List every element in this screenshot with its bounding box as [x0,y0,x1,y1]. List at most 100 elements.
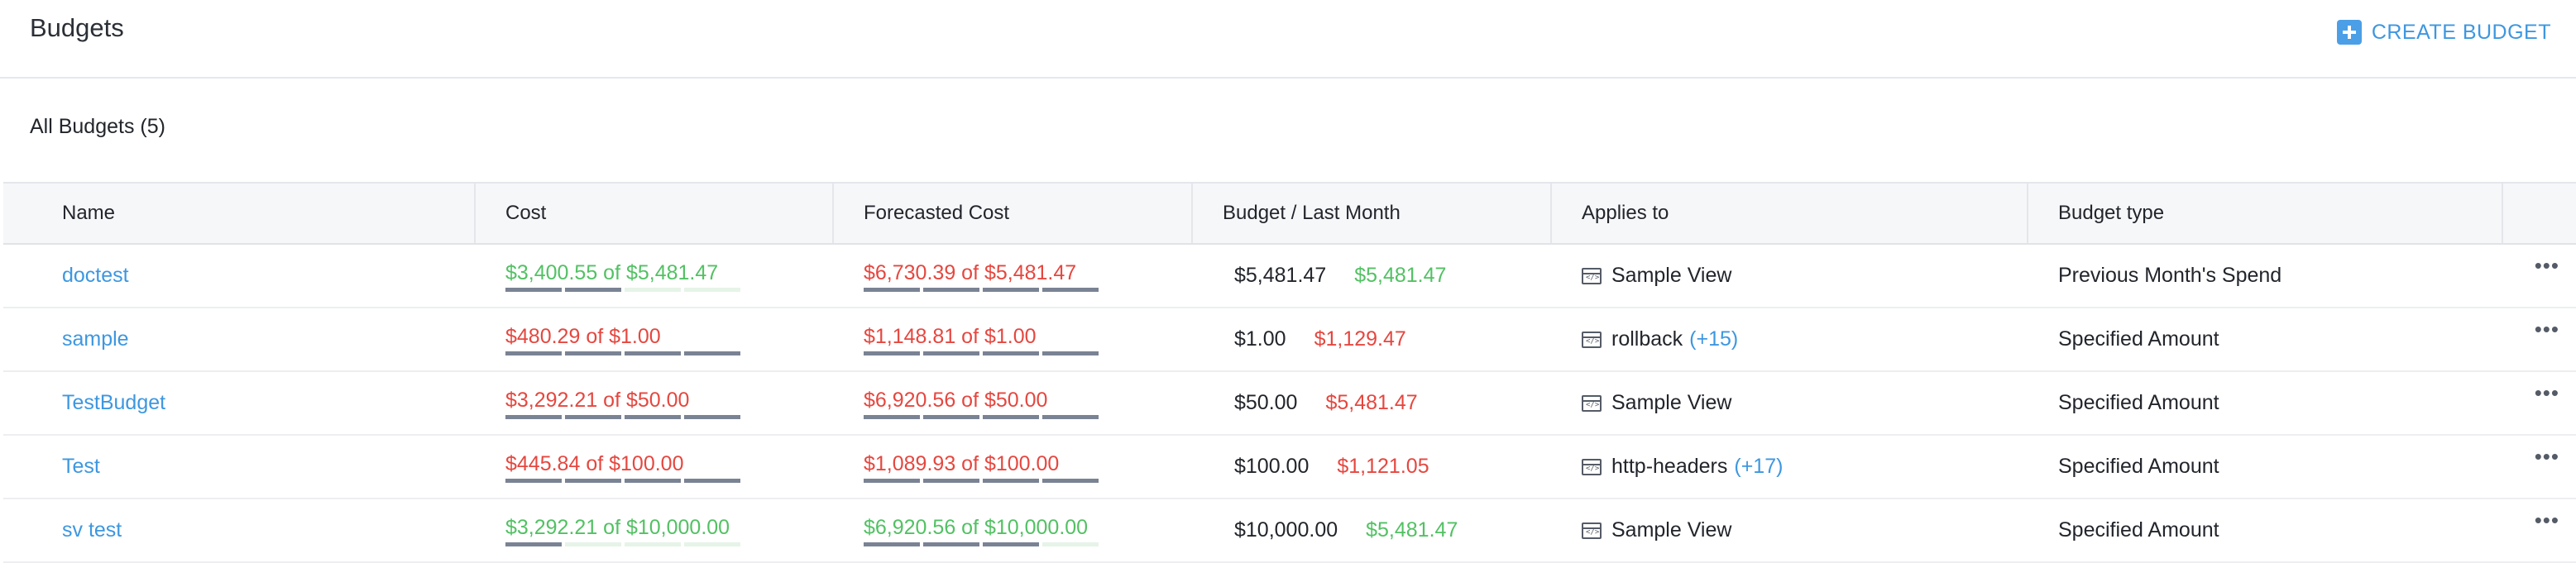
progress-segment [684,415,740,419]
progress-segment [923,288,979,292]
budget-amount: $5,481.47 [1234,264,1327,287]
create-budget-button[interactable]: CREATE BUDGET [2336,20,2551,45]
budgets-table: Name Cost Forecasted Cost Budget / Last … [3,182,2576,563]
progress-segment [983,351,1039,355]
more-dots-icon[interactable]: ••• [2535,253,2559,279]
budget-name-link[interactable]: TestBudget [62,391,165,415]
progress-segment [684,479,740,483]
column-header-budget-last-month[interactable]: Budget / Last Month [1193,184,1552,243]
budget-type-value: Specified Amount [2058,455,2219,478]
cell-cost: $3,292.21 of $50.00 [476,372,834,434]
forecast-value: $1,089.93 of $100.00 [864,452,1060,475]
more-dots-icon[interactable]: ••• [2535,380,2559,406]
progress-bar [864,351,1099,355]
progress-segment [923,542,979,546]
table-row[interactable]: sample $480.29 of $1.00 $1,148.81 of $1.00… [3,308,2576,372]
applies-to-value: Sample View [1611,391,1732,414]
column-header-budget-type[interactable]: Budget type [2028,184,2503,243]
table-row[interactable]: TestBudget $3,292.21 of $50.00 $6,920.56 o… [3,372,2576,436]
cell-cost: $445.84 of $100.00 [476,436,834,498]
progress-bar [864,415,1099,419]
budget-amount: $10,000.00 [1234,518,1338,542]
cell-applies-to: http-headers (+17) [1552,436,2028,498]
last-month-amount: $5,481.47 [1354,264,1447,287]
progress-bar [505,288,740,292]
page-header: Budgets CREATE BUDGET [0,0,2576,79]
progress-segment [864,415,920,419]
progress-segment [923,479,979,483]
cost-value: $3,400.55 of $5,481.47 [505,261,719,284]
page-title: Budgets [30,13,124,42]
column-header-applies-to[interactable]: Applies to [1552,184,2028,243]
forecast-value: $6,920.56 of $10,000.00 [864,516,1089,539]
progress-segment [505,351,562,355]
applies-to-value: rollback [1611,327,1683,351]
applies-to-more-link[interactable]: (+15) [1689,327,1738,351]
cell-name: sv test [3,499,476,561]
cell-forecasted-cost: $6,920.56 of $50.00 [834,372,1193,434]
cell-actions: ••• [2503,308,2576,370]
budget-name-link[interactable]: doctest [62,264,129,288]
more-dots-icon[interactable]: ••• [2535,317,2559,342]
progress-segment [684,288,740,292]
last-month-amount: $5,481.47 [1366,518,1458,542]
progress-bar [505,415,740,419]
table-row[interactable]: sv test $3,292.21 of $10,000.00 $6,920.56 … [3,499,2576,563]
cell-cost: $3,400.55 of $5,481.47 [476,245,834,307]
cell-applies-to: Sample View [1552,372,2028,434]
cell-actions: ••• [2503,245,2576,307]
cell-forecasted-cost: $6,920.56 of $10,000.00 [834,499,1193,561]
table-body: doctest $3,400.55 of $5,481.47 $6,730.39 o… [3,245,2576,563]
progress-segment [505,479,562,483]
budget-type-value: Previous Month's Spend [2058,264,2282,287]
section-title: All Budgets (5) [30,115,165,138]
progress-segment [1042,479,1099,483]
progress-segment [1042,288,1099,292]
cell-applies-to: Sample View [1552,245,2028,307]
cell-budget: $1.00 $1,129.47 [1193,308,1552,370]
last-month-amount: $5,481.47 [1325,391,1418,414]
applies-to-value: http-headers [1611,455,1728,478]
cell-budget: $10,000.00 $5,481.47 [1193,499,1552,561]
cost-value: $3,292.21 of $50.00 [505,389,690,412]
column-header-cost[interactable]: Cost [476,184,834,243]
code-window-icon [1582,331,1602,348]
table-row[interactable]: Test $445.84 of $100.00 $1,089.93 of $100.… [3,436,2576,499]
cell-actions: ••• [2503,499,2576,561]
progress-segment [923,351,979,355]
progress-segment [625,351,681,355]
progress-segment [565,351,621,355]
budget-amount: $100.00 [1234,455,1310,478]
progress-segment [625,479,681,483]
column-header-name[interactable]: Name [3,184,476,243]
progress-bar [505,542,740,546]
cell-actions: ••• [2503,436,2576,498]
cell-forecasted-cost: $1,148.81 of $1.00 [834,308,1193,370]
budget-name-link[interactable]: sv test [62,518,122,542]
progress-bar [864,288,1099,292]
cell-budget-type: Specified Amount [2028,499,2503,561]
progress-segment [1042,351,1099,355]
budget-name-link[interactable]: sample [62,327,129,351]
budget-amount: $50.00 [1234,391,1298,414]
progress-segment [565,415,621,419]
more-dots-icon[interactable]: ••• [2535,508,2559,533]
table-row[interactable]: doctest $3,400.55 of $5,481.47 $6,730.39 o… [3,245,2576,308]
forecast-value: $6,920.56 of $50.00 [864,389,1048,412]
progress-bar [505,351,740,355]
cell-budget: $50.00 $5,481.47 [1193,372,1552,434]
cell-budget-type: Specified Amount [2028,308,2503,370]
progress-segment [1042,542,1099,546]
budget-name-link[interactable]: Test [62,455,100,479]
cell-actions: ••• [2503,372,2576,434]
more-dots-icon[interactable]: ••• [2535,444,2559,470]
progress-segment [983,479,1039,483]
progress-bar [864,542,1099,546]
applies-to-more-link[interactable]: (+17) [1734,455,1783,479]
column-header-forecasted-cost[interactable]: Forecasted Cost [834,184,1193,243]
progress-segment [625,542,681,546]
code-window-icon [1582,522,1602,539]
cell-applies-to: Sample View [1552,499,2028,561]
progress-segment [565,479,621,483]
progress-segment [565,542,621,546]
